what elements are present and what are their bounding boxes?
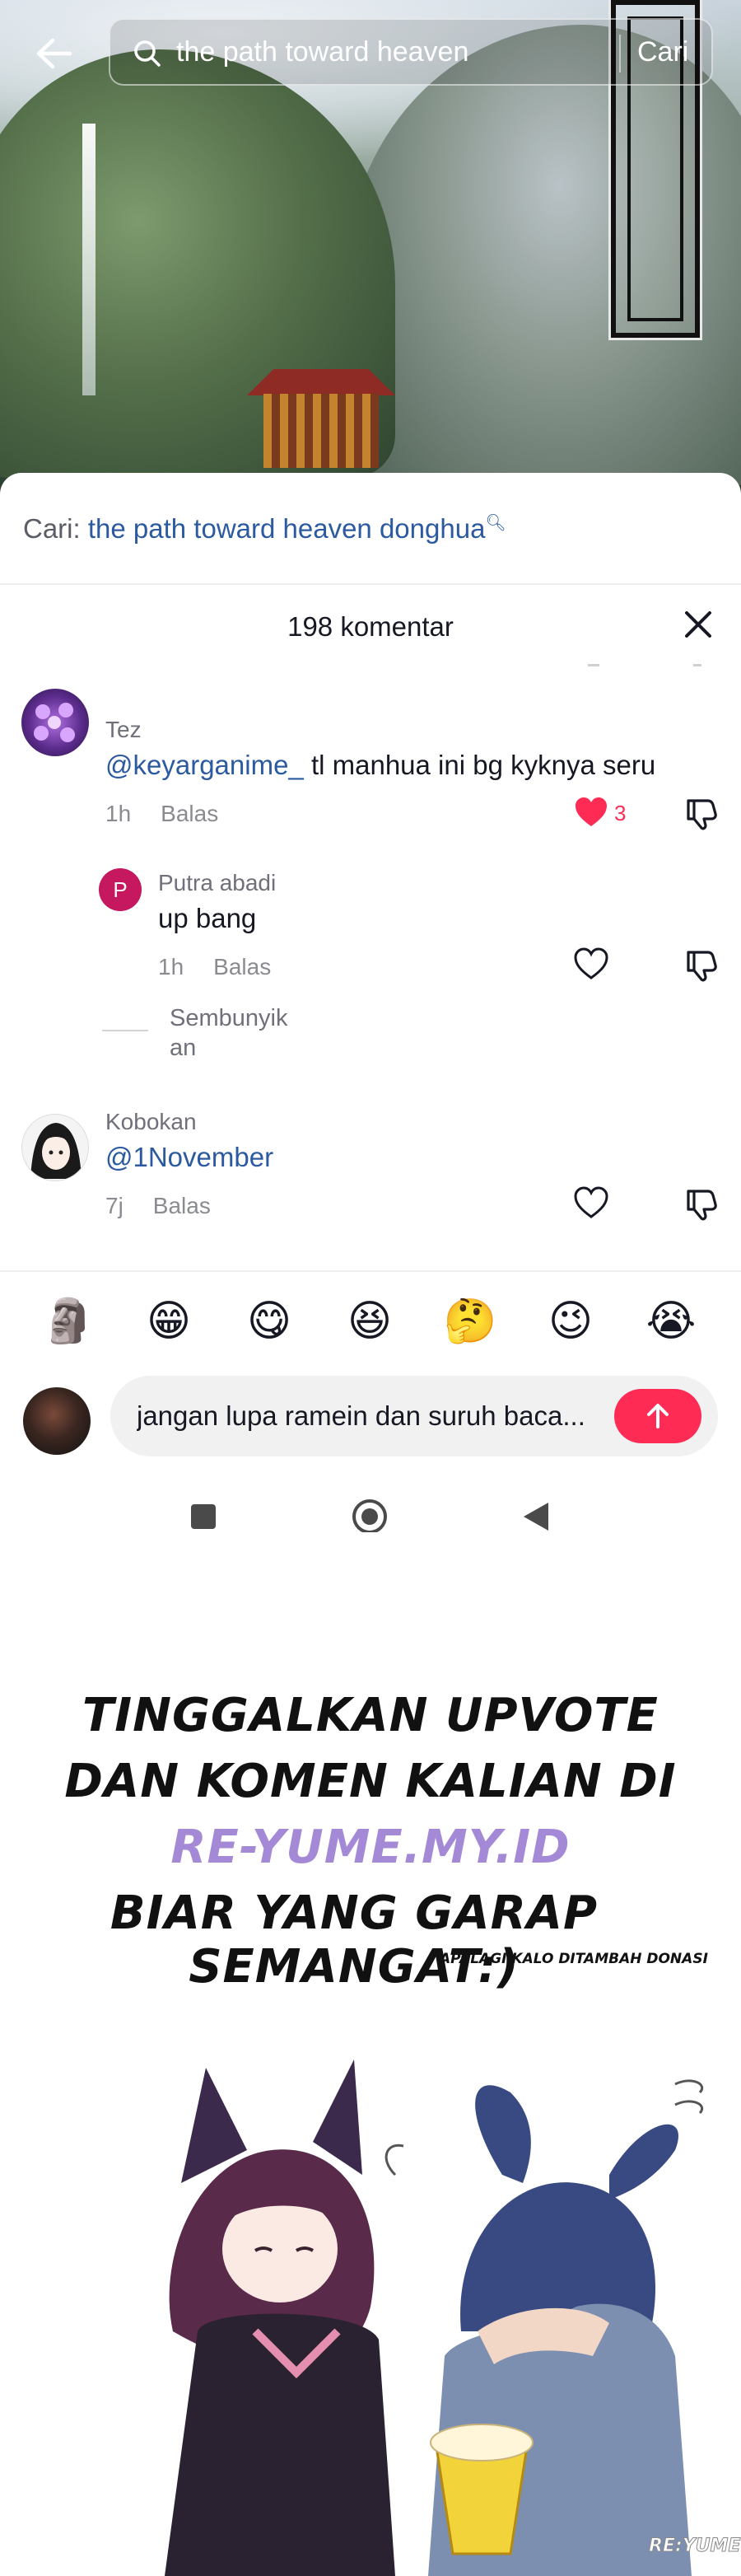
waterfall: [82, 124, 96, 395]
divider: [0, 583, 741, 585]
search-divider: [619, 35, 621, 72]
emoji-thinking[interactable]: 🤔: [441, 1295, 499, 1348]
heart-outline-icon: [574, 947, 608, 979]
emoji-cry[interactable]: 😭: [642, 1295, 700, 1348]
promo-section: TINGGALKAN UPVOTE DAN KOMEN KALIAN DI RE…: [0, 1532, 741, 2576]
comment-input[interactable]: jangan lupa ramein dan suruh baca...: [110, 1376, 718, 1456]
comment-text: @keyarganime_ tl manhua ini bg kyknya se…: [105, 750, 655, 781]
comment-meta: 7j Balas: [105, 1193, 211, 1219]
avatar-pattern: [34, 703, 75, 742]
like-button[interactable]: [573, 947, 609, 984]
scroll-indicator: [588, 664, 599, 666]
search-input[interactable]: the path toward heaven: [176, 36, 468, 68]
replies-line: [102, 1030, 148, 1031]
like-button[interactable]: [573, 1186, 609, 1223]
like-button[interactable]: [573, 796, 609, 832]
back-triangle-icon[interactable]: [522, 1501, 550, 1532]
emoji-moai[interactable]: 🗿: [40, 1295, 97, 1348]
comment-body: up bang: [158, 903, 257, 933]
hide-replies-button[interactable]: Sembunyikan: [170, 1003, 293, 1063]
comments-sheet: Cari: the path toward heaven donghua🔍︎ 1…: [0, 473, 741, 1532]
thumbs-down-icon: [687, 951, 717, 982]
search-suggestion[interactable]: Cari: the path toward heaven donghua🔍︎: [23, 512, 506, 545]
recents-button[interactable]: [191, 1504, 216, 1529]
comment-body: tl manhua ini bg kyknya seru: [303, 750, 656, 780]
user-avatar[interactable]: [23, 1387, 91, 1455]
arrow-up-icon: [647, 1404, 669, 1428]
home-button[interactable]: [352, 1499, 387, 1534]
comment-meta: 1h Balas: [105, 801, 218, 827]
promo-line-2: DAN KOMEN KALIAN DI: [64, 1755, 677, 1808]
comment-input-text[interactable]: jangan lupa ramein dan suruh baca...: [137, 1400, 598, 1432]
temple-body: [263, 394, 379, 468]
promo-note: APALAGI KALO DITAMBAH DONASI: [440, 1951, 708, 1967]
emoji-grin[interactable]: 😁: [140, 1295, 198, 1348]
promo-site[interactable]: RE-YUME.MY.ID: [0, 1821, 741, 1874]
close-button[interactable]: [680, 606, 716, 643]
suggestion-prefix: Cari:: [23, 513, 81, 544]
comment-username[interactable]: Putra abadi: [158, 870, 276, 896]
back-button[interactable]: [33, 33, 74, 74]
comment-time: 7j: [105, 1193, 124, 1218]
scroll-indicator: [693, 664, 701, 666]
heart-filled-icon: [576, 797, 607, 826]
comment-username[interactable]: Kobokan: [105, 1109, 197, 1135]
dislike-button[interactable]: [683, 1186, 720, 1223]
promo-line-1: TINGGALKAN UPVOTE: [82, 1689, 659, 1742]
emoji-bar: 🗿 😁 😋 😆 🤔 😉 😭: [0, 1270, 741, 1372]
reply-button[interactable]: Balas: [213, 954, 271, 979]
dislike-button[interactable]: [683, 947, 720, 984]
anime-illustration: [165, 2059, 703, 2576]
suggestion-term[interactable]: the path toward heaven donghua: [88, 513, 486, 544]
like-count: 3: [614, 801, 627, 825]
emoji-yum[interactable]: 😋: [240, 1295, 298, 1348]
emoji-wink[interactable]: 😉: [542, 1295, 599, 1348]
reply-button[interactable]: Balas: [161, 801, 218, 826]
comment-username[interactable]: Tez: [105, 717, 142, 743]
avatar-art: [30, 1123, 82, 1179]
arrow-left-icon: [36, 38, 72, 69]
comment-mention[interactable]: @keyarganime_: [105, 750, 304, 780]
avatar[interactable]: P: [99, 868, 142, 911]
close-icon: [685, 611, 711, 638]
system-navigation-bar: [0, 1466, 741, 1534]
promo-line-4: BIAR YANG GARAP SEMANGAT:): [110, 1886, 599, 1994]
avatar[interactable]: [21, 1114, 89, 1181]
comments-count-title: 198 komentar: [287, 611, 454, 642]
search-icon: [134, 40, 161, 67]
watermark-logo: RE:YUME: [648, 2536, 741, 2557]
heart-outline-icon: [574, 1186, 608, 1218]
home-dot: [361, 1508, 378, 1525]
comment-mention[interactable]: @1November: [105, 1142, 273, 1172]
emoji-laugh[interactable]: 😆: [341, 1295, 398, 1348]
search-button[interactable]: Cari: [637, 36, 688, 68]
reply-button[interactable]: Balas: [153, 1193, 211, 1218]
dislike-button[interactable]: [683, 796, 720, 832]
comment-time: 1h: [158, 954, 184, 979]
thumbs-down-icon: [687, 1190, 717, 1221]
thumbs-down-icon: [687, 799, 717, 830]
avatar[interactable]: [21, 689, 89, 756]
search-small-icon: 🔍︎: [485, 514, 506, 532]
comment-text: @1November: [105, 1142, 273, 1173]
comment-time: 1h: [105, 801, 132, 826]
search-bar[interactable]: the path toward heaven Cari: [109, 18, 713, 86]
comment-meta: 1h Balas: [158, 954, 271, 980]
avatar-letter: P: [113, 877, 128, 902]
send-button[interactable]: [614, 1389, 701, 1443]
